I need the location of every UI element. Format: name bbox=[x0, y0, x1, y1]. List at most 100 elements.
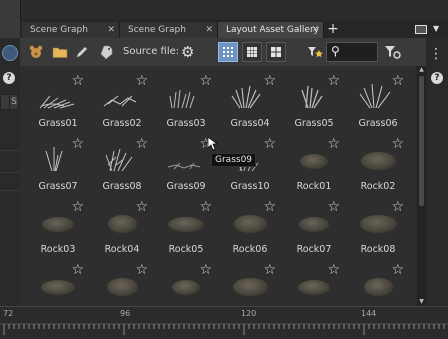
large-grid-view-button[interactable] bbox=[266, 42, 286, 62]
gallery-item[interactable]: ☆ Grass10 bbox=[218, 137, 282, 200]
gear-icon[interactable]: ⚙ bbox=[181, 43, 194, 61]
left-pane-tab-s[interactable]: S bbox=[9, 94, 19, 110]
gallery-item[interactable]: ☆ Rock08 bbox=[346, 200, 410, 263]
pane-options-icon[interactable]: ⋮ bbox=[429, 46, 443, 62]
gallery-item[interactable]: ☆ bbox=[218, 263, 282, 306]
gallery-item[interactable]: ☆ bbox=[282, 263, 346, 306]
scroll-up-arrow-icon[interactable]: ▲ bbox=[417, 66, 426, 74]
tab-bar: Scene Graph Details ✕ Scene Graph Layers… bbox=[20, 20, 448, 51]
favorite-star-icon[interactable]: ☆ bbox=[71, 137, 84, 151]
folder-icon[interactable] bbox=[52, 44, 68, 60]
gallery-item[interactable]: ☆ Rock02 bbox=[346, 137, 410, 200]
gallery-item-label: Rock05 bbox=[168, 244, 204, 255]
rock-shape bbox=[233, 215, 267, 233]
medium-grid-icon bbox=[247, 47, 257, 57]
left-pane-divider bbox=[0, 150, 20, 151]
timeline-ruler[interactable]: 72 96 120 144 bbox=[0, 306, 448, 339]
gallery-item-label: Rock03 bbox=[40, 244, 76, 255]
favorite-star-icon[interactable]: ☆ bbox=[71, 263, 84, 277]
gallery-item[interactable]: ☆ bbox=[90, 263, 154, 306]
favorite-star-icon[interactable]: ☆ bbox=[391, 137, 404, 151]
timeline-tick-label: 120 bbox=[241, 309, 257, 318]
gallery-item[interactable]: ☆ Rock07 bbox=[282, 200, 346, 263]
favorite-star-icon[interactable]: ☆ bbox=[263, 74, 276, 88]
favorite-star-icon[interactable]: ☆ bbox=[263, 263, 276, 277]
favorite-star-icon[interactable]: ☆ bbox=[327, 74, 340, 88]
gallery-item-label: Grass01 bbox=[38, 118, 78, 129]
search-input[interactable]: ⚲ bbox=[326, 42, 378, 62]
gallery-item[interactable]: ☆ Rock01 bbox=[282, 137, 346, 200]
favorite-star-icon[interactable]: ☆ bbox=[327, 200, 340, 214]
medium-grid-view-button[interactable] bbox=[242, 42, 262, 62]
pane-menu-caret-icon[interactable]: ▼ bbox=[433, 20, 439, 38]
gallery-toolbar: Source file: ⚙ ⚲ bbox=[20, 38, 426, 67]
favorite-star-icon[interactable]: ☆ bbox=[391, 200, 404, 214]
scrollbar-thumb[interactable] bbox=[419, 76, 424, 206]
favorite-star-icon[interactable]: ☆ bbox=[71, 200, 84, 214]
favorite-star-icon[interactable]: ☆ bbox=[135, 200, 148, 214]
close-icon[interactable]: ✕ bbox=[205, 22, 213, 38]
gallery-item-label: Rock04 bbox=[104, 244, 140, 255]
favorite-star-icon[interactable]: ☆ bbox=[199, 263, 212, 277]
tag-icon[interactable] bbox=[98, 44, 114, 60]
left-pane-globe-button[interactable] bbox=[2, 45, 18, 61]
favorite-star-icon[interactable]: ☆ bbox=[199, 200, 212, 214]
close-icon[interactable]: ✕ bbox=[107, 22, 115, 38]
favorite-star-icon[interactable]: ☆ bbox=[263, 137, 276, 151]
gallery-item[interactable]: ☆ Grass03 bbox=[154, 74, 218, 137]
left-pane-divider bbox=[0, 172, 20, 173]
favorite-star-icon[interactable]: ☆ bbox=[135, 263, 148, 277]
pane-window-icon[interactable] bbox=[415, 23, 427, 35]
left-pane-divider bbox=[0, 190, 20, 191]
gallery-item[interactable]: ☆ Rock06 bbox=[218, 200, 282, 263]
favorite-star-icon[interactable]: ☆ bbox=[71, 74, 84, 88]
gallery-item[interactable]: ☆ Grass06 bbox=[346, 74, 410, 137]
gallery-item-label: Grass05 bbox=[294, 118, 334, 129]
left-pane-help-icon[interactable]: ? bbox=[3, 72, 15, 84]
gallery-item-label: Grass10 bbox=[230, 181, 270, 192]
scroll-down-arrow-icon[interactable]: ▼ bbox=[417, 298, 426, 306]
left-pane-header bbox=[0, 0, 20, 38]
small-grid-icon bbox=[223, 47, 233, 57]
favorite-star-icon[interactable]: ☆ bbox=[135, 137, 148, 151]
settings-filter-icon[interactable] bbox=[384, 44, 401, 60]
rock-shape bbox=[298, 279, 330, 295]
favorite-star-icon[interactable]: ☆ bbox=[327, 137, 340, 151]
favorite-star-icon[interactable]: ☆ bbox=[263, 200, 276, 214]
favorites-filter-icon[interactable] bbox=[306, 44, 323, 60]
close-icon[interactable]: ✕ bbox=[311, 22, 319, 38]
favorite-star-icon[interactable]: ☆ bbox=[135, 74, 148, 88]
gallery-item[interactable]: ☆ bbox=[346, 263, 410, 306]
add-tab-button[interactable]: + bbox=[324, 20, 342, 38]
rock-shape bbox=[107, 215, 137, 233]
pencil-icon[interactable] bbox=[74, 44, 90, 60]
gallery-item-label: Rock07 bbox=[296, 244, 332, 255]
gallery-item-label: Grass08 bbox=[102, 181, 142, 192]
help-icon[interactable]: ? bbox=[431, 72, 443, 84]
asset-bear-icon[interactable] bbox=[28, 44, 44, 60]
favorite-star-icon[interactable]: ☆ bbox=[327, 263, 340, 277]
tab-label: Layout Asset Gallery bbox=[226, 25, 319, 35]
gallery-item[interactable]: ☆ Grass07 bbox=[26, 137, 90, 200]
gallery-item[interactable]: ☆ Grass05 bbox=[282, 74, 346, 137]
favorite-star-icon[interactable]: ☆ bbox=[391, 74, 404, 88]
gallery-item[interactable]: ☆ Rock05 bbox=[154, 200, 218, 263]
favorite-star-icon[interactable]: ☆ bbox=[199, 74, 212, 88]
favorite-star-icon[interactable]: ☆ bbox=[391, 263, 404, 277]
gallery-item[interactable]: ☆ Grass08 bbox=[90, 137, 154, 200]
rock-shape bbox=[360, 152, 396, 170]
gallery-item[interactable]: ☆ Grass02 bbox=[90, 74, 154, 137]
gallery-item[interactable]: ☆ Grass04 bbox=[218, 74, 282, 137]
gallery-item[interactable]: ☆ Rock03 bbox=[26, 200, 90, 263]
tab-layout-asset-gallery[interactable]: Layout Asset Gallery ✕ bbox=[218, 22, 324, 38]
small-grid-view-button[interactable] bbox=[218, 42, 238, 62]
gallery-item-label: Rock06 bbox=[232, 244, 268, 255]
tab-scene-graph-details[interactable]: Scene Graph Details ✕ bbox=[22, 22, 120, 51]
rock-shape bbox=[106, 278, 138, 296]
gallery-item[interactable]: ☆ Grass01 bbox=[26, 74, 90, 137]
gallery-scrollbar[interactable]: ▲ ▼ bbox=[417, 66, 426, 306]
tab-scene-graph-layers[interactable]: Scene Graph Layers ✕ bbox=[120, 22, 218, 51]
gallery-item[interactable]: ☆ bbox=[154, 263, 218, 306]
gallery-item[interactable]: ☆ Rock04 bbox=[90, 200, 154, 263]
gallery-item[interactable]: ☆ bbox=[26, 263, 90, 306]
